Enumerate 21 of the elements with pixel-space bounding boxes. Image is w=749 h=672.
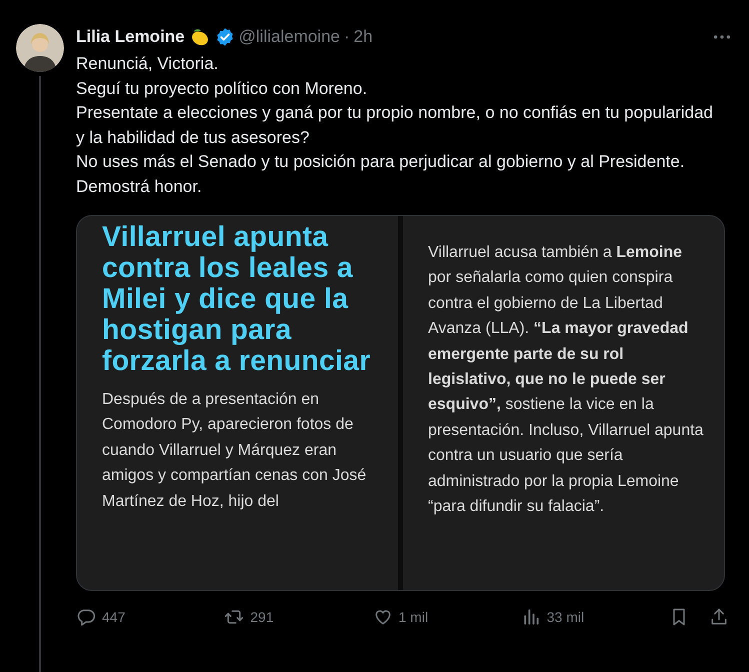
share-button[interactable] [709,607,729,627]
post-text: Demostrá honor. [76,176,203,198]
repost-button[interactable]: 291 [224,607,274,627]
post-text: Renunciá, Victoria. [76,53,220,75]
author-name[interactable]: Lilia Lemoine [76,27,185,47]
author-handle[interactable]: @lilialemoine [238,27,340,47]
article-headline: Villarruel apunta contra los leales a Milei y dice que la hostigan para forzarla a renunciar [102,222,372,377]
article-paragraph: Villarruel acusa también a Lemoine por señalarla como quien conspira contra el gobierno de La Libertad Avanza (LLA). “La mayor gravedad emergente parte de su rol legislativo, que no le puede ser esquivo”, sostiene la vice en la presentación. Incluso, Villarruel apunta contra un usuario que sería administrado por la propia Lemoine “para difundir su falacia”. [428,243,704,518]
separator-dot: · [344,27,350,47]
reply-icon [76,607,96,627]
post-text: Presentate a elecciones y ganá por tu propio nombre, o no confiás en tu popularidad y la habilidad de tus asesores? [76,102,714,148]
avatar[interactable] [16,24,64,72]
post-text: Seguí tu proyecto político con Moreno. [76,78,368,100]
article-paragraph: Después de a presentación en Comodoro Py, aparecieron fotos de cuando Villarruel y Márquez eran amigos y compartían cenas con José Martínez de Hoz, hijo del [102,390,368,512]
like-button[interactable]: 1 mil [372,607,428,627]
post-text: No uses más el Senado y tu posición para perjudicar al gobierno y al Presidente. [76,151,686,173]
reply-button[interactable]: 447 [76,607,126,627]
article-screenshot[interactable] [76,215,725,591]
views-button[interactable]: 33 mil [520,607,584,627]
share-icon [709,607,729,627]
post-time[interactable]: 2h [354,27,373,47]
